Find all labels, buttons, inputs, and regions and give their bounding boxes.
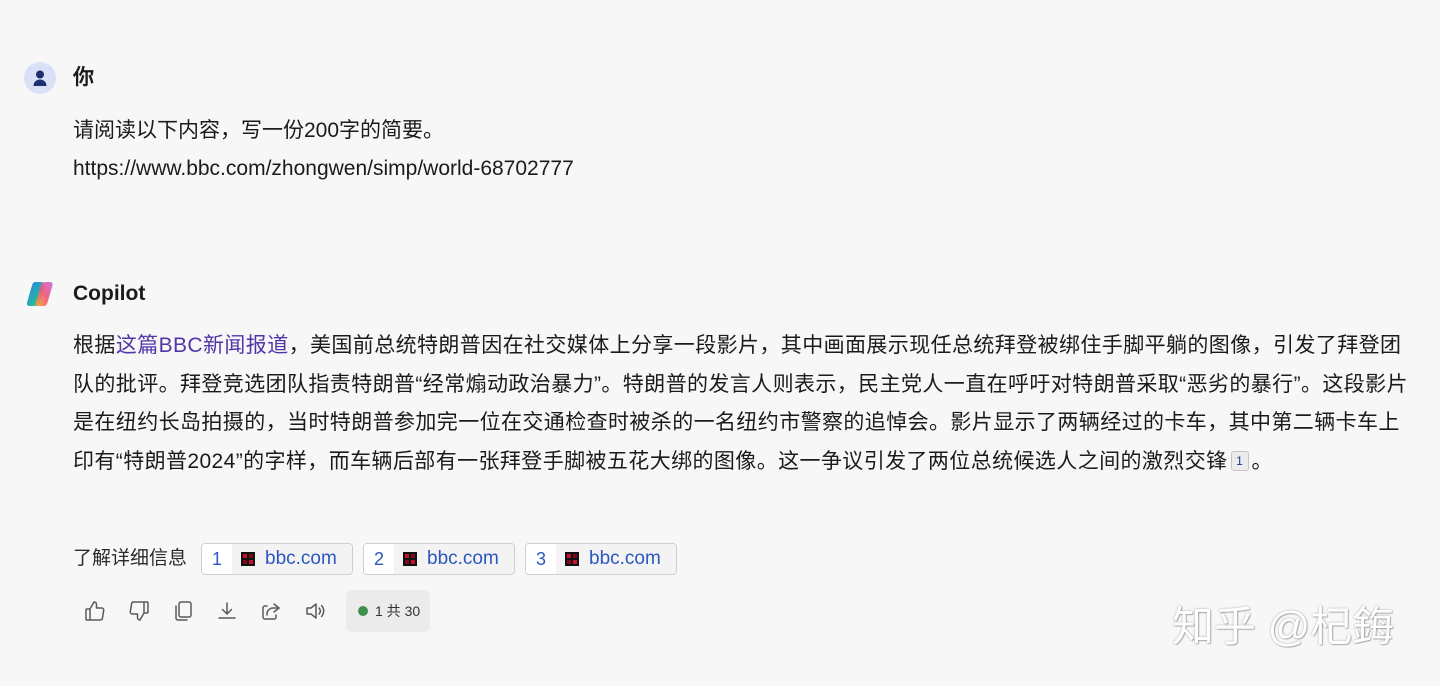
source-chip[interactable]: 2 bbc.com (363, 543, 515, 575)
share-icon (262, 603, 280, 620)
source-article-link[interactable]: 这篇BBC新闻报道 (116, 334, 289, 357)
read-aloud-button[interactable] (297, 593, 333, 629)
user-message-body: 请阅读以下内容，写一份200字的简要。 https://www.bbc.com/… (73, 112, 574, 188)
source-chip-site: bbc.com (556, 544, 676, 574)
bbc-favicon-icon (565, 552, 579, 566)
response-suffix: 。 (1251, 449, 1273, 473)
learn-more-label: 了解详细信息 (73, 548, 188, 569)
user-avatar (24, 62, 56, 94)
source-chip-domain: bbc.com (265, 548, 337, 569)
source-chip-domain: bbc.com (589, 548, 661, 569)
source-chip-site: bbc.com (232, 544, 352, 574)
response-counter: 1 共 30 (346, 590, 430, 632)
copilot-avatar (24, 278, 56, 310)
dislike-button[interactable] (121, 593, 157, 629)
source-chip-index: 1 (202, 544, 232, 574)
download-button[interactable] (209, 593, 245, 629)
copilot-response-text: 根据这篇BBC新闻报道，美国前总统特朗普因在社交媒体上分享一段影片，其中画面展示… (73, 327, 1408, 481)
source-chip[interactable]: 1 bbc.com (201, 543, 353, 575)
download-icon (218, 602, 236, 619)
like-button[interactable] (77, 593, 113, 629)
copy-icon (175, 601, 192, 621)
copilot-logo-icon (26, 282, 53, 306)
copy-button[interactable] (165, 593, 201, 629)
source-chip-site: bbc.com (394, 544, 514, 574)
zhihu-watermark: 知乎 @杞鋂 (1172, 603, 1395, 650)
source-chip-index: 3 (526, 544, 556, 574)
source-chip-index: 2 (364, 544, 394, 574)
status-dot-icon (358, 606, 368, 616)
citation-badge[interactable]: 1 (1230, 450, 1249, 471)
copilot-chat-page: 你 请阅读以下内容，写一份200字的简要。 https://www.bbc.co… (0, 0, 1440, 686)
bbc-favicon-icon (241, 552, 255, 566)
thumbs-down-icon (129, 601, 149, 621)
copilot-name: Copilot (73, 282, 146, 305)
source-chip[interactable]: 3 bbc.com (525, 543, 677, 575)
speaker-icon (306, 603, 325, 619)
user-message-text: 请阅读以下内容，写一份200字的简要。 (73, 119, 445, 142)
person-icon (33, 70, 47, 86)
user-message-url: https://www.bbc.com/zhongwen/simp/world-… (73, 157, 574, 180)
bbc-favicon-icon (403, 552, 417, 566)
thumbs-up-icon (85, 601, 105, 621)
response-prefix: 根据 (73, 334, 116, 357)
user-name: 你 (73, 66, 94, 89)
response-counter-text: 1 共 30 (375, 603, 421, 619)
share-button[interactable] (253, 593, 289, 629)
source-chip-domain: bbc.com (427, 548, 499, 569)
